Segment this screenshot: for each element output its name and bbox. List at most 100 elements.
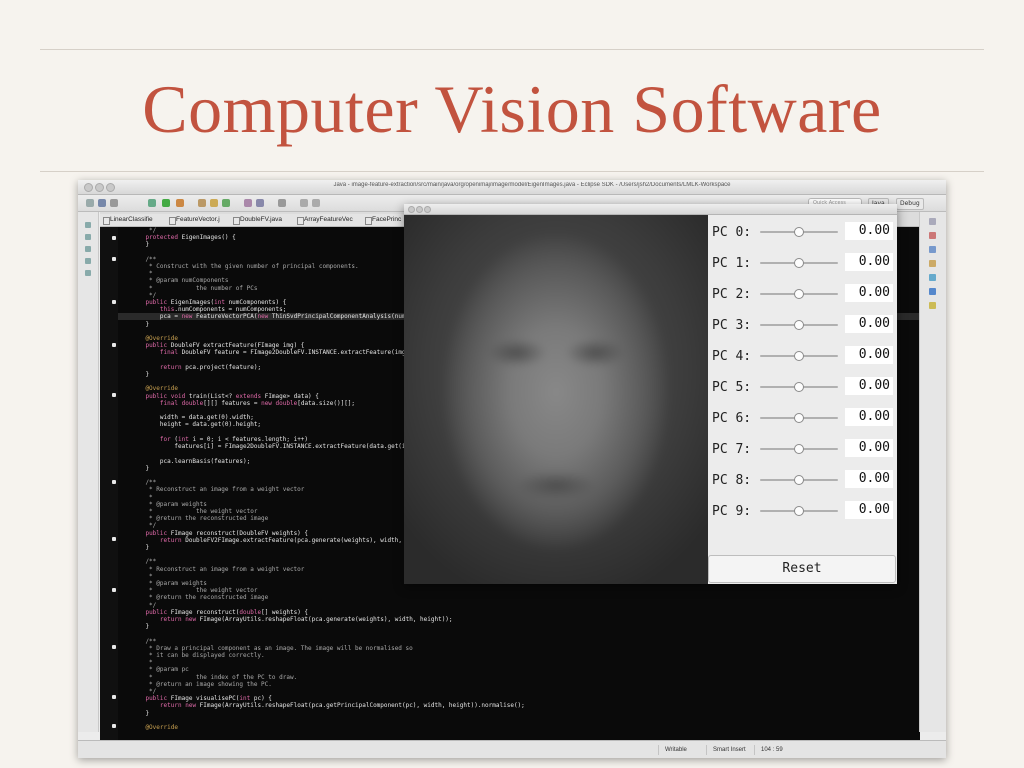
code-line: * @return an image showing the PC.: [131, 680, 272, 688]
outline-icon[interactable]: [85, 246, 91, 252]
code-line: */: [131, 688, 157, 695]
zoom-window-icon[interactable]: [106, 183, 115, 192]
code-line: public FImage visualisePC(int pc) {: [145, 695, 272, 703]
external-tools-icon[interactable]: [176, 199, 184, 207]
code-line: /**: [131, 558, 157, 566]
fold-marker-icon[interactable]: [112, 645, 116, 649]
progress-icon[interactable]: [929, 302, 936, 309]
code-line: * it can be displayed correctly.: [131, 651, 265, 659]
pc-value-field[interactable]: 0.00: [845, 501, 893, 519]
task-list-icon[interactable]: [929, 232, 936, 239]
code-line: pca = new FeatureVectorPCA(new ThinSvdPr…: [131, 313, 439, 321]
package-explorer-icon[interactable]: [85, 222, 91, 228]
pc-label: PC 4:: [712, 349, 752, 364]
debug-icon[interactable]: [148, 199, 156, 207]
code-line: * @return the reconstructed image: [131, 594, 269, 602]
pc-value-field[interactable]: 0.00: [845, 253, 893, 271]
slider-thumb[interactable]: [794, 444, 804, 454]
search-icon[interactable]: [256, 199, 264, 207]
minimize-window-icon[interactable]: [95, 183, 104, 192]
java-file-icon: [103, 217, 110, 225]
close-window-icon[interactable]: [84, 183, 93, 192]
tab-doublefv[interactable]: DoubleFV.java: [230, 214, 301, 226]
save-icon[interactable]: [98, 199, 106, 207]
junit-icon[interactable]: [85, 270, 91, 276]
tasks-icon[interactable]: [85, 258, 91, 264]
pc-label: PC 0:: [712, 225, 752, 240]
code-line: */: [131, 291, 157, 299]
code-line: * @return the reconstructed image: [131, 515, 269, 523]
new-java-project-icon[interactable]: [198, 199, 206, 207]
slider-thumb[interactable]: [794, 413, 804, 423]
code-line: }: [131, 464, 150, 472]
tab-linearclassifier[interactable]: LinearClassifie: [100, 214, 173, 226]
fold-marker-icon[interactable]: [112, 695, 116, 699]
slider-thumb[interactable]: [794, 227, 804, 237]
pc-label: PC 3:: [712, 318, 752, 333]
pc-value-field[interactable]: 0.00: [845, 222, 893, 240]
reset-button[interactable]: Reset: [708, 555, 896, 583]
pc-label: PC 6:: [712, 411, 752, 426]
perspective-debug[interactable]: Debug: [896, 198, 924, 210]
slider-thumb[interactable]: [794, 289, 804, 299]
code-line: }: [131, 241, 150, 249]
new-class-icon[interactable]: [222, 199, 230, 207]
tab-arrayfeaturevector[interactable]: ArrayFeatureVec: [294, 214, 369, 226]
code-line: *: [131, 493, 153, 501]
outline-view-icon[interactable]: [929, 246, 936, 253]
tab-label: DoubleFV.java: [240, 216, 283, 223]
fold-marker-icon[interactable]: [112, 480, 116, 484]
pc-value-field[interactable]: 0.00: [845, 284, 893, 302]
pc-value-field[interactable]: 0.00: [845, 470, 893, 488]
pc-row: PC 4: 0.00: [708, 345, 897, 367]
open-type-icon[interactable]: [244, 199, 252, 207]
pc-value-field[interactable]: 0.00: [845, 377, 893, 395]
minimize-view-icon[interactable]: [929, 218, 936, 225]
fold-marker-icon[interactable]: [112, 343, 116, 347]
fold-marker-icon[interactable]: [112, 588, 116, 592]
pc-value-field[interactable]: 0.00: [845, 315, 893, 333]
tab-label: FeatureVector.j: [176, 216, 220, 223]
pc-value-field[interactable]: 0.00: [845, 439, 893, 457]
slider-thumb[interactable]: [794, 351, 804, 361]
javadoc-icon[interactable]: [929, 274, 936, 281]
code-line: /**: [131, 479, 157, 487]
close-window-icon[interactable]: [408, 206, 415, 213]
pc-row: PC 2: 0.00: [708, 283, 897, 305]
code-line: @Override: [131, 724, 178, 732]
tab-featurevector[interactable]: FeatureVector.j: [166, 214, 237, 226]
code-line: *: [131, 270, 153, 278]
code-line: protected EigenImages() {: [145, 234, 236, 242]
minimize-window-icon[interactable]: [416, 206, 423, 213]
next-annotation-icon[interactable]: [278, 199, 286, 207]
fold-marker-icon[interactable]: [112, 236, 116, 240]
fold-marker-icon[interactable]: [112, 724, 116, 728]
console-icon[interactable]: [929, 288, 936, 295]
print-icon[interactable]: [110, 199, 118, 207]
hierarchy-icon[interactable]: [85, 234, 91, 240]
slider-thumb[interactable]: [794, 320, 804, 330]
forward-icon[interactable]: [312, 199, 320, 207]
editor-gutter: [100, 227, 118, 740]
pc-value-field[interactable]: 0.00: [845, 408, 893, 426]
new-package-icon[interactable]: [210, 199, 218, 207]
fold-marker-icon[interactable]: [112, 393, 116, 397]
problems-icon[interactable]: [929, 260, 936, 267]
zoom-window-icon[interactable]: [424, 206, 431, 213]
status-writable: Writable: [658, 745, 705, 755]
fold-marker-icon[interactable]: [112, 537, 116, 541]
run-icon[interactable]: [162, 199, 170, 207]
code-line: }: [131, 623, 150, 631]
new-icon[interactable]: [86, 199, 94, 207]
slider-thumb[interactable]: [794, 382, 804, 392]
back-icon[interactable]: [300, 199, 308, 207]
slider-thumb[interactable]: [794, 258, 804, 268]
slider-thumb[interactable]: [794, 506, 804, 516]
pc-label: PC 7:: [712, 442, 752, 457]
fold-marker-icon[interactable]: [112, 300, 116, 304]
fold-marker-icon[interactable]: [112, 257, 116, 261]
code-line: return new FImage(ArrayUtils.reshapeFloa…: [159, 702, 525, 710]
slider-thumb[interactable]: [794, 475, 804, 485]
pc-value-field[interactable]: 0.00: [845, 346, 893, 364]
code-line: height = data.get(0).height;: [131, 421, 262, 429]
